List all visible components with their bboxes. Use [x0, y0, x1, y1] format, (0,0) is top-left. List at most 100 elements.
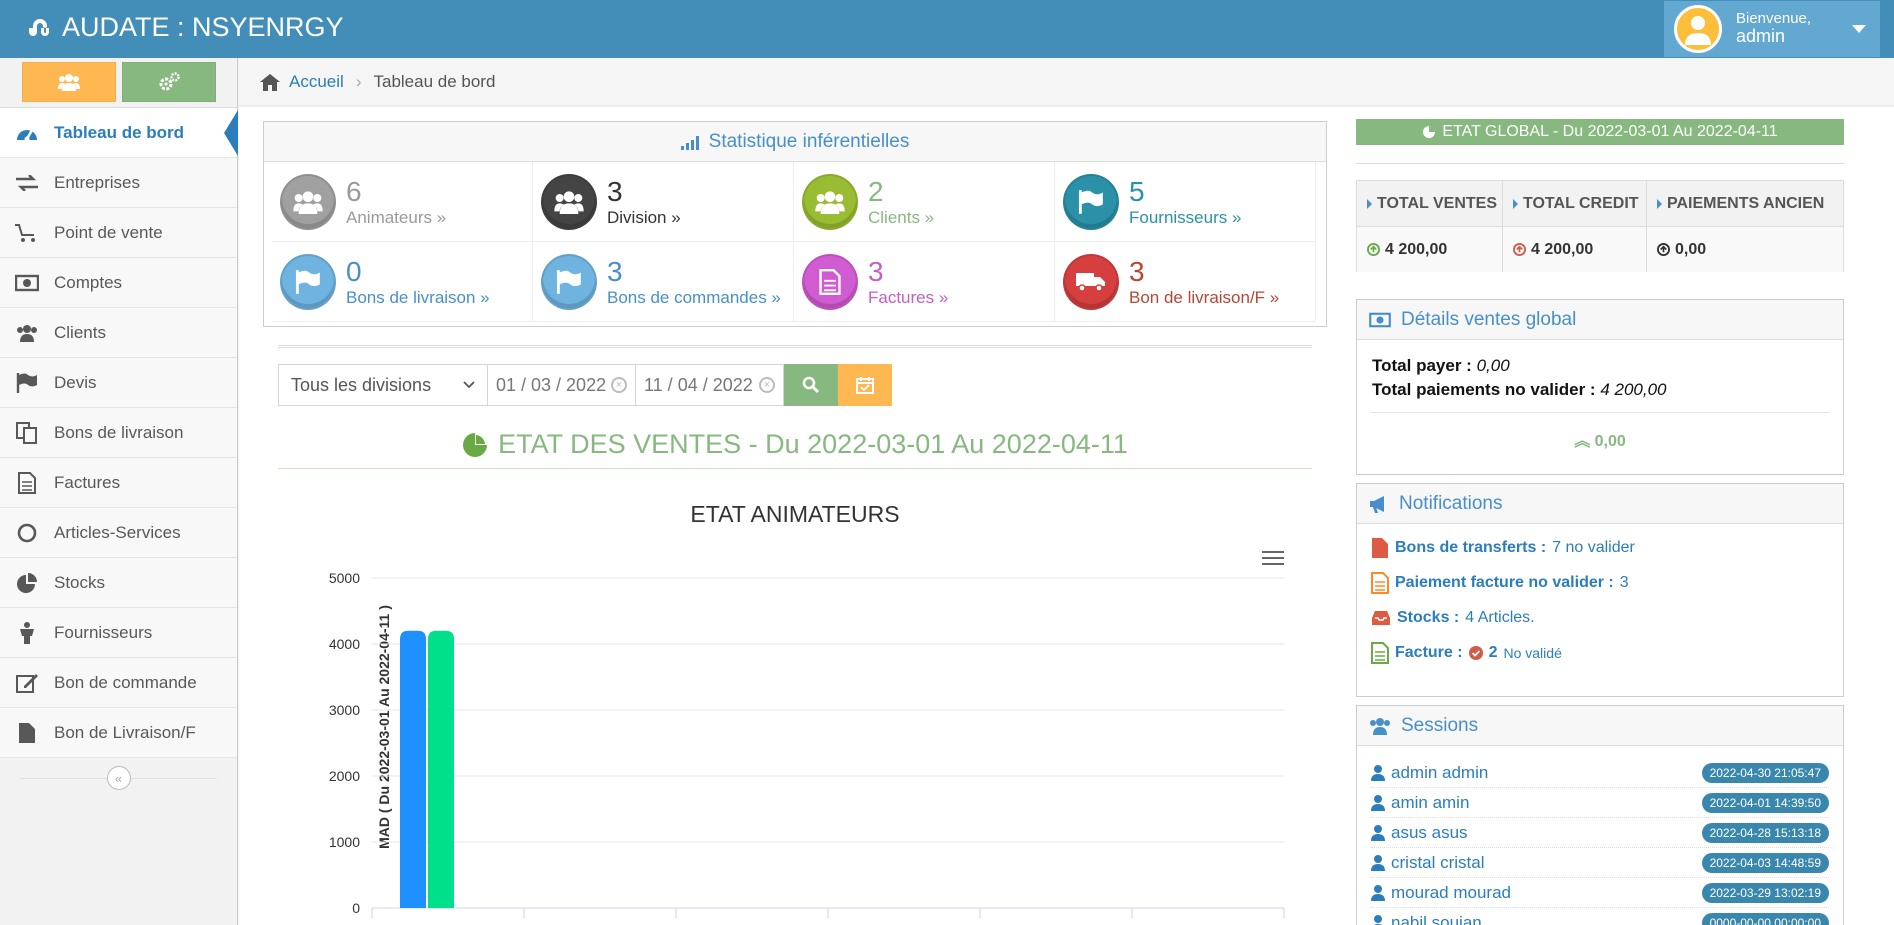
notification-label: Paiement facture no valider : [1395, 573, 1614, 591]
notification-value: 7 no valider [1552, 538, 1635, 556]
notification-item[interactable]: Paiement facture no valider : 3 [1357, 565, 1843, 600]
totals-value-row: 4 200,00 4 200,00 0,00 [1357, 227, 1843, 272]
chart-container: ETAT ANIMATEURS MAD ( Du 2022-03-01 Au 2… [278, 485, 1312, 925]
copy-icon [16, 421, 37, 444]
sidebar-item-clients[interactable]: Clients [0, 308, 237, 358]
date-from-input[interactable]: 01 / 03 / 2022 × [488, 364, 636, 406]
stat-value: 3 [607, 255, 623, 287]
shortcut-users-button[interactable] [22, 62, 116, 102]
exchange-icon [16, 174, 38, 191]
total-non-valider-value: 4 200,00 [1600, 380, 1667, 399]
paiements-ancien-value: 0,00 [1675, 240, 1707, 258]
stat-tile[interactable]: 2 Clients » [794, 162, 1055, 242]
sidebar-item-articles-services[interactable]: Articles-Services [0, 508, 237, 558]
stats-grid: 6 Animateurs » 3 Division » 2 Clients » 5 Fourn… [264, 162, 1326, 322]
date-to-input[interactable]: 11 / 04 / 2022 × [636, 364, 784, 406]
user-icon [1371, 854, 1385, 871]
stat-link[interactable]: Clients » [868, 208, 934, 228]
total-credit-value: 4 200,00 [1531, 240, 1594, 258]
sidebar-item-point-de-vente[interactable]: Point de vente [0, 208, 237, 258]
file-text-icon [18, 471, 36, 494]
date-from-value: 01 / 03 / 2022 [496, 374, 607, 395]
stat-link[interactable]: Animateurs » [346, 208, 446, 228]
stat-tile[interactable]: 3 Factures » [794, 242, 1055, 322]
sidebar-item-label: Entreprises [54, 172, 140, 192]
chart-bar[interactable] [428, 630, 454, 908]
details-header: Détails ventes global [1357, 300, 1843, 340]
sidebar-item-stocks[interactable]: Stocks [0, 558, 237, 608]
navbar: AUDATE : NSYENRGY Bienvenue, admin [0, 0, 1894, 58]
stat-tile[interactable]: 3 Bons de commandes » [533, 242, 794, 322]
notifications-title: Notifications [1399, 492, 1503, 514]
home-icon [260, 73, 280, 91]
stat-value: 3 [868, 255, 884, 287]
notification-value: 2 [1488, 643, 1498, 661]
brand[interactable]: AUDATE : NSYENRGY [26, 12, 344, 43]
double-angle-up-icon: ︽ [1574, 433, 1591, 450]
session-name: asus asus [1391, 822, 1468, 842]
notification-item[interactable]: Bons de transferts : 7 no valider [1357, 530, 1843, 565]
flag-icon [16, 372, 37, 393]
sidebar-item-factures[interactable]: Factures [0, 458, 237, 508]
session-item[interactable]: nabil soujan 0000-00-00 00:00:00 [1371, 908, 1829, 925]
pie-chart-icon [463, 432, 488, 457]
notification-extra: No validé [1503, 644, 1562, 661]
details-total-value: 0,00 [1594, 433, 1626, 450]
stat-tile[interactable]: 3 Division » [533, 162, 794, 242]
shortcut-settings-button[interactable] [122, 62, 216, 102]
division-select[interactable]: Tous les divisions [278, 364, 488, 406]
totals-header-cell: TOTAL VENTES [1357, 181, 1503, 226]
stat-tile[interactable]: 3 Bon de livraison/F » [1055, 242, 1316, 322]
double-angle-left-icon[interactable]: « [106, 766, 131, 790]
header-paiements-ancien: PAIEMENTS ANCIEN [1667, 194, 1825, 212]
avatar [1674, 5, 1722, 53]
notification-item[interactable]: Facture : 2 No validé [1357, 635, 1843, 670]
caret-right-icon [1513, 198, 1518, 209]
session-item[interactable]: admin admin 2022-04-30 21:05:47 [1371, 758, 1829, 788]
session-item[interactable]: asus asus 2022-04-28 15:13:18 [1371, 818, 1829, 848]
sidebar-item-label: Bon de commande [54, 672, 197, 692]
sidebar-shortcuts [0, 58, 237, 108]
stat-tile[interactable]: 0 Bons de livraison » [272, 242, 533, 322]
notification-item[interactable]: Stocks : 4 Articles. [1357, 600, 1843, 635]
caret-right-icon [1657, 198, 1662, 209]
stats-title: Statistique inférentielles [708, 130, 910, 152]
stat-link[interactable]: Factures » [868, 288, 948, 308]
sidebar-item-fournisseurs[interactable]: Fournisseurs [0, 608, 237, 658]
sidebar-item-label: Articles-Services [54, 522, 181, 542]
notification-value: 3 [1619, 573, 1629, 591]
stat-tile[interactable]: 6 Animateurs » [272, 162, 533, 242]
sidebar-item-tableau-de-bord[interactable]: Tableau de bord [0, 108, 238, 158]
sidebar-item-label: Devis [54, 372, 97, 392]
breadcrumb-current: Tableau de bord [373, 71, 496, 91]
user-menu[interactable]: Bienvenue, admin [1664, 1, 1880, 57]
sidebar-item-comptes[interactable]: Comptes [0, 258, 237, 308]
session-item[interactable]: amin amin 2022-04-01 14:39:50 [1371, 788, 1829, 818]
stats-header: Statistique inférentielles [264, 122, 1326, 162]
etat-global-title: ETAT GLOBAL - Du 2022-03-01 Au 2022-04-1… [1442, 123, 1778, 140]
stat-value: 0 [346, 255, 362, 287]
clear-date-to-icon[interactable]: × [759, 377, 775, 393]
totals-value-cell: 4 200,00 [1357, 227, 1503, 272]
divider [278, 468, 1312, 469]
stat-tile[interactable]: 5 Fournisseurs » [1055, 162, 1316, 242]
session-item[interactable]: cristal cristal 2022-04-03 14:48:59 [1371, 848, 1829, 878]
stat-link[interactable]: Bons de commandes » [607, 288, 781, 308]
stat-link[interactable]: Bons de livraison » [346, 288, 490, 308]
clear-date-from-icon[interactable]: × [611, 377, 627, 393]
search-button[interactable] [784, 364, 838, 406]
caret-down-icon[interactable] [1852, 25, 1866, 33]
sidebar-item-bon-de-commande[interactable]: Bon de commande [0, 658, 237, 708]
stat-link[interactable]: Bon de livraison/F » [1129, 288, 1279, 308]
stat-link[interactable]: Fournisseurs » [1129, 208, 1241, 228]
stat-link[interactable]: Division » [607, 208, 681, 228]
sidebar-item-bons-de-livraison[interactable]: Bons de livraison [0, 408, 237, 458]
sidebar-item-devis[interactable]: Devis [0, 358, 237, 408]
sidebar-item-bon-de-livraison-f[interactable]: Bon de Livraison/F [0, 708, 237, 758]
sidebar-item-entreprises[interactable]: Entreprises [0, 158, 237, 208]
calendar-button[interactable] [838, 364, 892, 406]
breadcrumb-home[interactable]: Accueil [259, 72, 344, 92]
totals-value-cell: 0,00 [1647, 227, 1843, 272]
chart-bar[interactable] [400, 630, 426, 908]
session-item[interactable]: mourad mourad 2022-03-29 13:02:19 [1371, 878, 1829, 908]
